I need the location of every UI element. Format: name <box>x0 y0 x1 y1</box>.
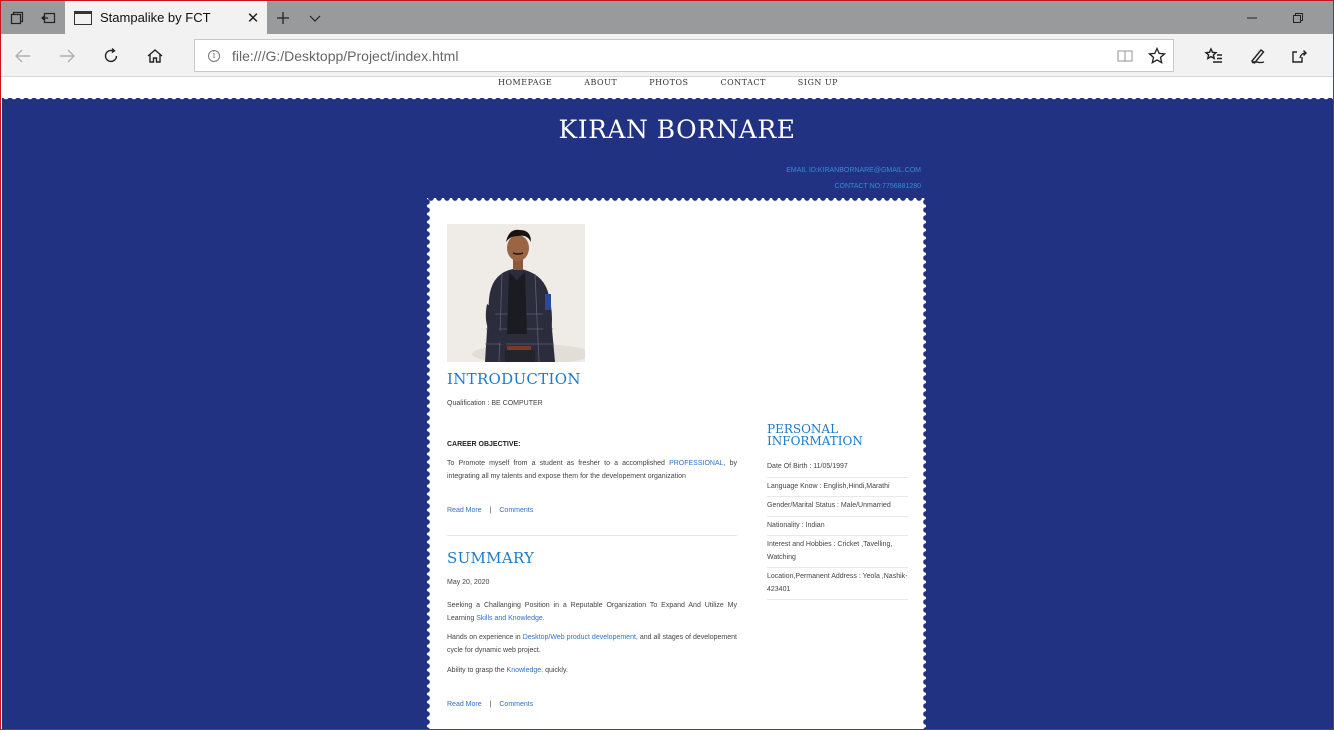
web-page: HOMEPAGE ABOUT PHOTOS CONTACT SIGN UP KI… <box>2 78 1333 729</box>
intro-read-more-link[interactable]: Read More <box>447 507 482 514</box>
tab-close-icon[interactable]: ✕ <box>239 9 267 27</box>
restore-icon[interactable] <box>1275 1 1321 34</box>
nav-scallop-border <box>2 96 1333 102</box>
tab-actions-icon[interactable] <box>1 1 33 34</box>
summary-paragraph-2: Hands on experience in Desktop/Web produ… <box>447 634 737 654</box>
summary-heading: SUMMARY <box>447 549 535 567</box>
summary-paragraph-1: Seeking a Challanging Position in a Repu… <box>447 602 737 622</box>
personal-info-list: Date Of Birth : 11/05/1997 Language Know… <box>767 458 908 600</box>
tab-bar: Stampalike by FCT ✕ <box>1 1 1333 34</box>
new-tab-icon[interactable] <box>267 1 299 34</box>
summary-read-more-link[interactable]: Read More <box>447 701 482 708</box>
list-item: Nationality : Indian <box>767 517 908 536</box>
nav-contact[interactable]: CONTACT <box>704 78 781 98</box>
contact-number-text: CONTACT NO:7756881280 <box>834 183 921 190</box>
active-tab[interactable]: Stampalike by FCT ✕ <box>65 1 267 34</box>
refresh-icon[interactable] <box>89 34 133 77</box>
introduction-heading: INTRODUCTION <box>447 370 581 388</box>
url-text[interactable]: file:///G:/Desktopp/Project/index.html <box>232 48 1109 64</box>
divider <box>447 535 737 536</box>
forward-arrow-icon[interactable] <box>45 34 89 77</box>
notes-pen-icon[interactable] <box>1236 34 1280 77</box>
chevron-down-icon[interactable] <box>299 1 331 34</box>
list-item: Language Know : English,Hindi,Marathi <box>767 478 908 497</box>
browser-toolbar: i file:///G:/Desktopp/Project/index.html <box>1 34 1333 77</box>
list-item: Interest and Hobbies : Cricket ,Tavellin… <box>767 536 908 568</box>
back-arrow-icon[interactable] <box>1 34 45 77</box>
home-icon[interactable] <box>133 34 177 77</box>
info-icon[interactable]: i <box>208 49 220 62</box>
share-icon[interactable] <box>1278 34 1322 77</box>
site-nav: HOMEPAGE ABOUT PHOTOS CONTACT SIGN UP <box>2 78 1333 98</box>
nav-sign-up[interactable]: SIGN UP <box>782 78 854 98</box>
site-title: KIRAN BORNARE <box>558 115 796 144</box>
nav-photos[interactable]: PHOTOS <box>633 78 704 98</box>
personal-information-heading: PERSONAL INFORMATION <box>767 422 863 448</box>
summary-comments-link[interactable]: Comments <box>499 701 533 708</box>
desktop-web-link[interactable]: Desktop/Web product developement, <box>523 634 638 641</box>
summary-date: May 20, 2020 <box>447 579 490 586</box>
nav-homepage[interactable]: HOMEPAGE <box>482 78 568 98</box>
qualification-text: Qualification : BE COMPUTER <box>447 400 543 407</box>
page-icon <box>74 10 92 25</box>
list-item: Gender/Marital Status : Male/Unmarried <box>767 497 908 517</box>
list-item: Location,Permanent Address : Yeola ,Nash… <box>767 568 908 600</box>
list-item: Date Of Birth : 11/05/1997 <box>767 458 908 478</box>
summary-paragraph-3: Ability to grasp the Knowledge. quickly. <box>447 667 568 674</box>
knowledge-link[interactable]: Knowledge. <box>507 667 544 674</box>
address-bar[interactable]: i file:///G:/Desktopp/Project/index.html <box>194 39 1174 72</box>
profile-photo <box>447 224 585 362</box>
set-aside-tabs-icon[interactable] <box>33 1 65 34</box>
professional-link[interactable]: PROFESSIONAL <box>669 460 723 467</box>
email-text: EMAIL ID:KIRANBORNARE@GMAIL.COM <box>786 167 921 174</box>
stamp-content-card: INTRODUCTION Qualification : BE COMPUTER… <box>427 198 926 729</box>
summary-post-links: Read More | Comments <box>447 701 534 708</box>
tab-title: Stampalike by FCT <box>100 10 211 25</box>
intro-post-links: Read More | Comments <box>447 507 534 514</box>
nav-about[interactable]: ABOUT <box>568 78 633 98</box>
minimize-icon[interactable] <box>1229 1 1275 34</box>
career-objective-label: CAREER OBJECTIVE: <box>447 441 521 448</box>
career-objective-text: To Promote myself from a student as fres… <box>447 460 737 480</box>
favorites-list-icon[interactable] <box>1192 34 1236 77</box>
favorite-star-icon[interactable] <box>1141 40 1173 71</box>
intro-comments-link[interactable]: Comments <box>499 507 533 514</box>
skills-link[interactable]: Skills and Knowledge. <box>476 615 545 622</box>
browser-window: Stampalike by FCT ✕ i file:///G:/Desktop… <box>0 0 1334 730</box>
reading-view-icon[interactable] <box>1109 40 1141 71</box>
